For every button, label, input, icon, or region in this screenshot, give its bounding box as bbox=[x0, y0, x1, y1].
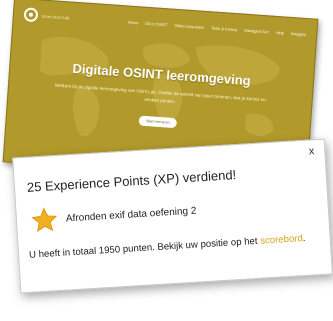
award-label: Afronden exif data oefening 2 bbox=[65, 205, 197, 225]
menu-item-help[interactable]: Help bbox=[276, 29, 285, 35]
site-menu: Home Dit is OSINT Video cursussen Tools … bbox=[128, 19, 307, 36]
menu-item-home[interactable]: Home bbox=[128, 19, 139, 25]
site-logo-icon[interactable] bbox=[23, 7, 39, 23]
menu-item-osint[interactable]: Dit is OSINT bbox=[145, 20, 168, 27]
total-points-text: U heeft in totaal 1950 punten. Bekijk uw… bbox=[29, 233, 306, 261]
xp-notification-popup: x 25 Experience Points (XP) verdiend! Af… bbox=[12, 138, 333, 294]
scoreboard-link[interactable]: scorebord bbox=[260, 233, 303, 247]
menu-item-login[interactable]: Inloggen bbox=[291, 30, 307, 36]
popup-title: 25 Experience Points (XP) verdiend! bbox=[26, 167, 237, 195]
menu-item-managed[interactable]: Managed Svc bbox=[244, 27, 269, 34]
site-brand[interactable]: osint.tech.lab bbox=[42, 13, 70, 20]
close-icon[interactable]: x bbox=[308, 145, 314, 157]
total-points-end: . bbox=[302, 232, 306, 245]
menu-item-video[interactable]: Video cursussen bbox=[174, 22, 204, 29]
total-points-label: U heeft in totaal 1950 punten. Bekijk uw… bbox=[28, 235, 261, 261]
award-row: Afronden exif data oefening 2 bbox=[30, 198, 197, 235]
star-icon bbox=[31, 207, 58, 233]
menu-item-tools[interactable]: Tools & Kennis bbox=[211, 25, 238, 32]
